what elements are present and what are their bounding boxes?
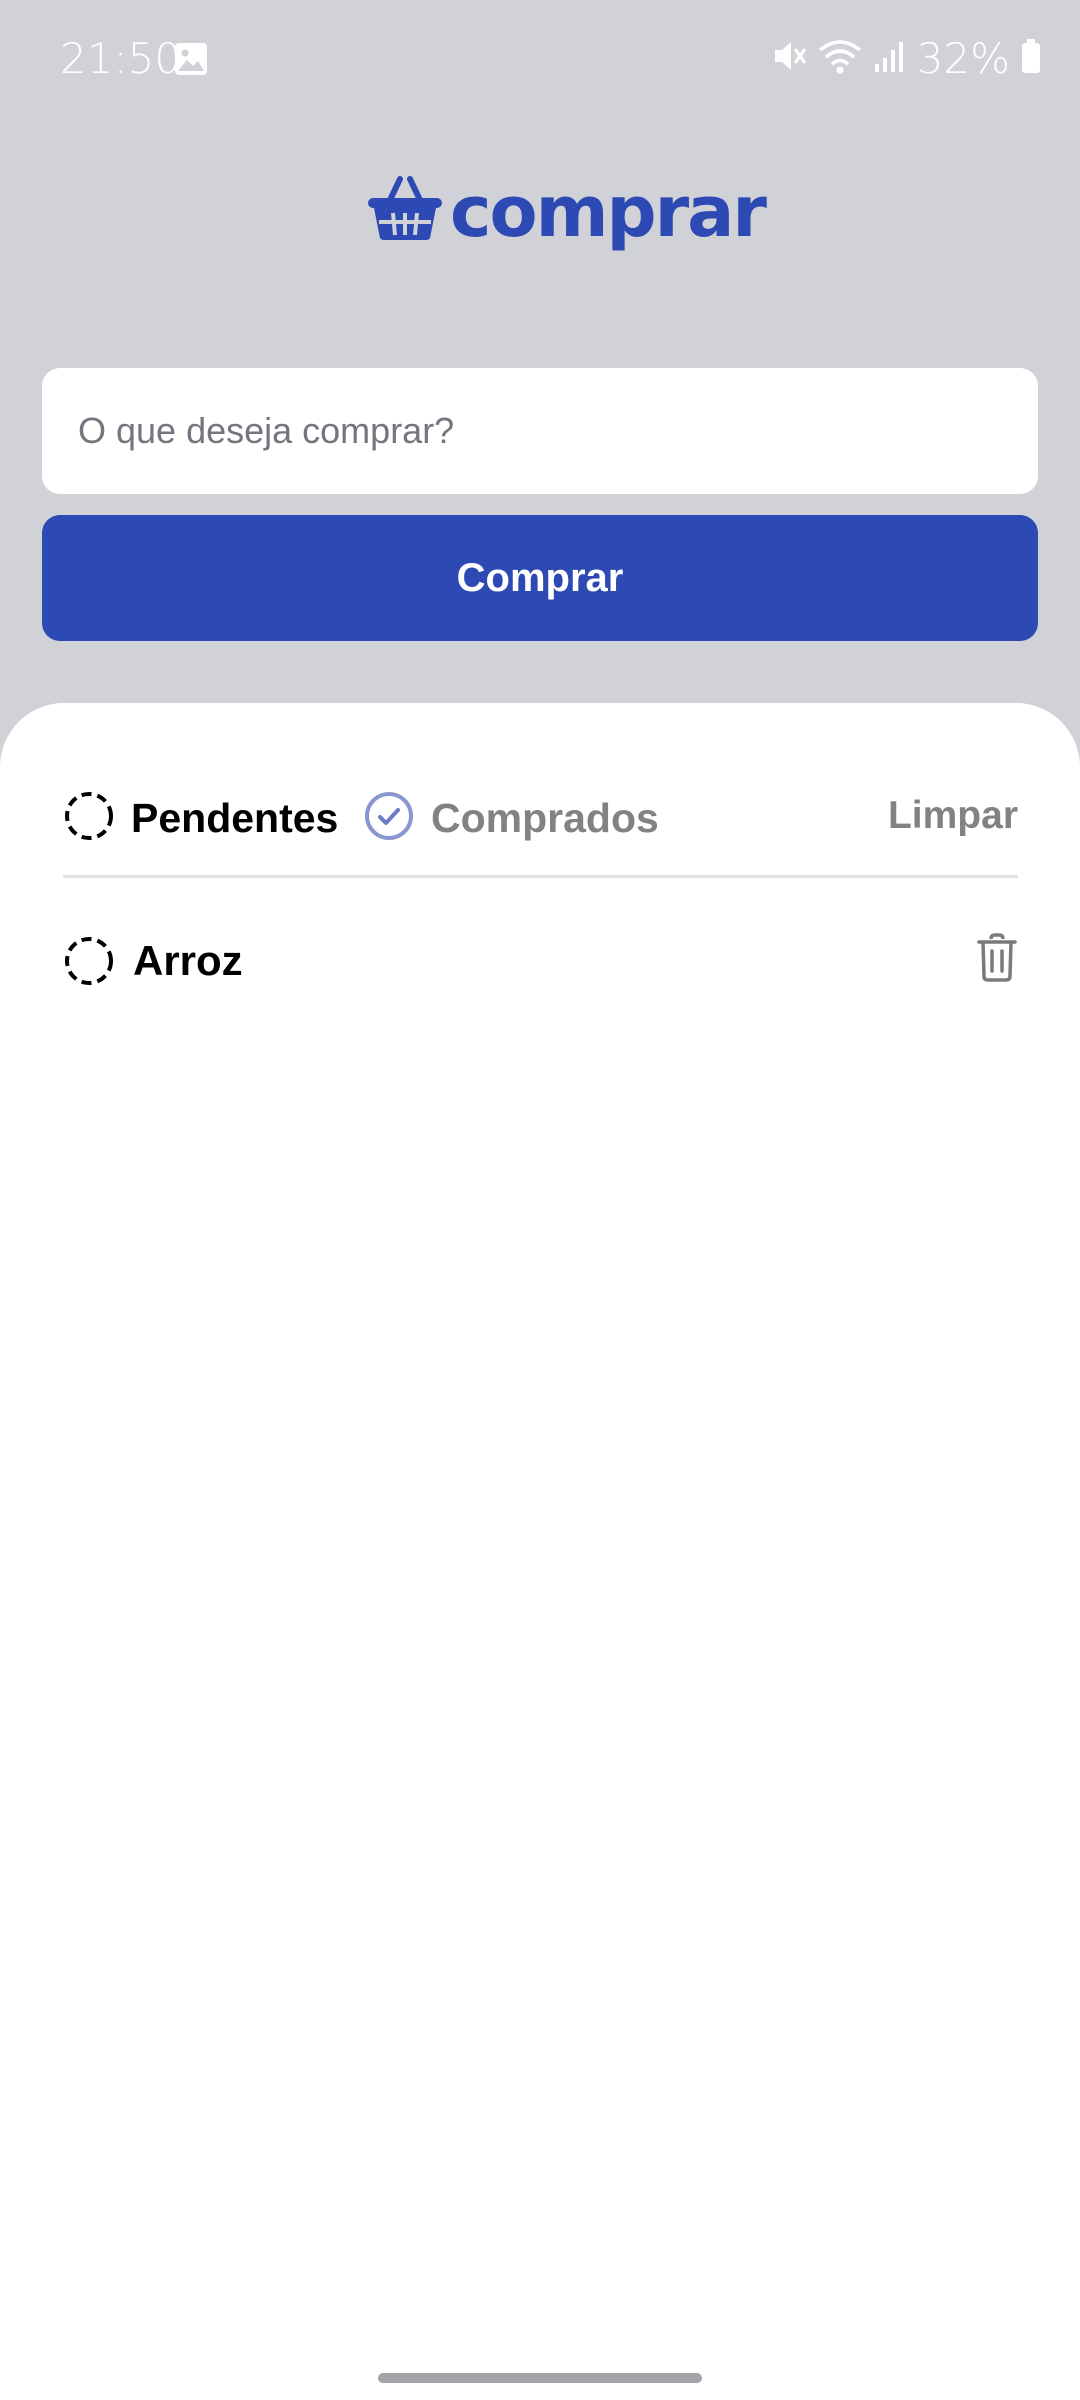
filter-row: Pendentes Comprados Limpar <box>63 788 1018 848</box>
trash-icon[interactable] <box>976 933 1018 988</box>
basket-icon <box>366 176 444 247</box>
signal-icon <box>873 36 907 81</box>
item-label: Arroz <box>133 937 243 984</box>
divider <box>63 875 1018 878</box>
filter-pendentes-label: Pendentes <box>131 794 339 841</box>
home-indicator[interactable] <box>378 2373 702 2383</box>
clear-button[interactable]: Limpar <box>888 794 1018 838</box>
battery-percentage: 32% <box>916 34 1010 83</box>
pending-status-icon <box>63 790 115 847</box>
mute-icon <box>771 36 807 81</box>
logo-text: comprar <box>450 170 767 253</box>
status-bar: 21:50 32% <box>0 0 1080 120</box>
image-icon <box>173 41 209 82</box>
status-time: 21:50 <box>60 34 182 83</box>
filter-comprados[interactable]: Comprados <box>363 788 659 848</box>
buy-button[interactable]: Comprar <box>42 515 1038 641</box>
search-input[interactable] <box>42 368 1038 494</box>
app-logo: comprar <box>366 170 767 253</box>
wifi-icon <box>817 36 863 81</box>
filter-pendentes[interactable]: Pendentes <box>63 788 338 848</box>
pending-status-icon[interactable] <box>63 935 115 992</box>
check-circle-icon <box>363 790 415 847</box>
list-item: Arroz <box>63 931 1018 991</box>
battery-icon <box>1020 38 1042 79</box>
filter-comprados-label: Comprados <box>431 794 659 841</box>
